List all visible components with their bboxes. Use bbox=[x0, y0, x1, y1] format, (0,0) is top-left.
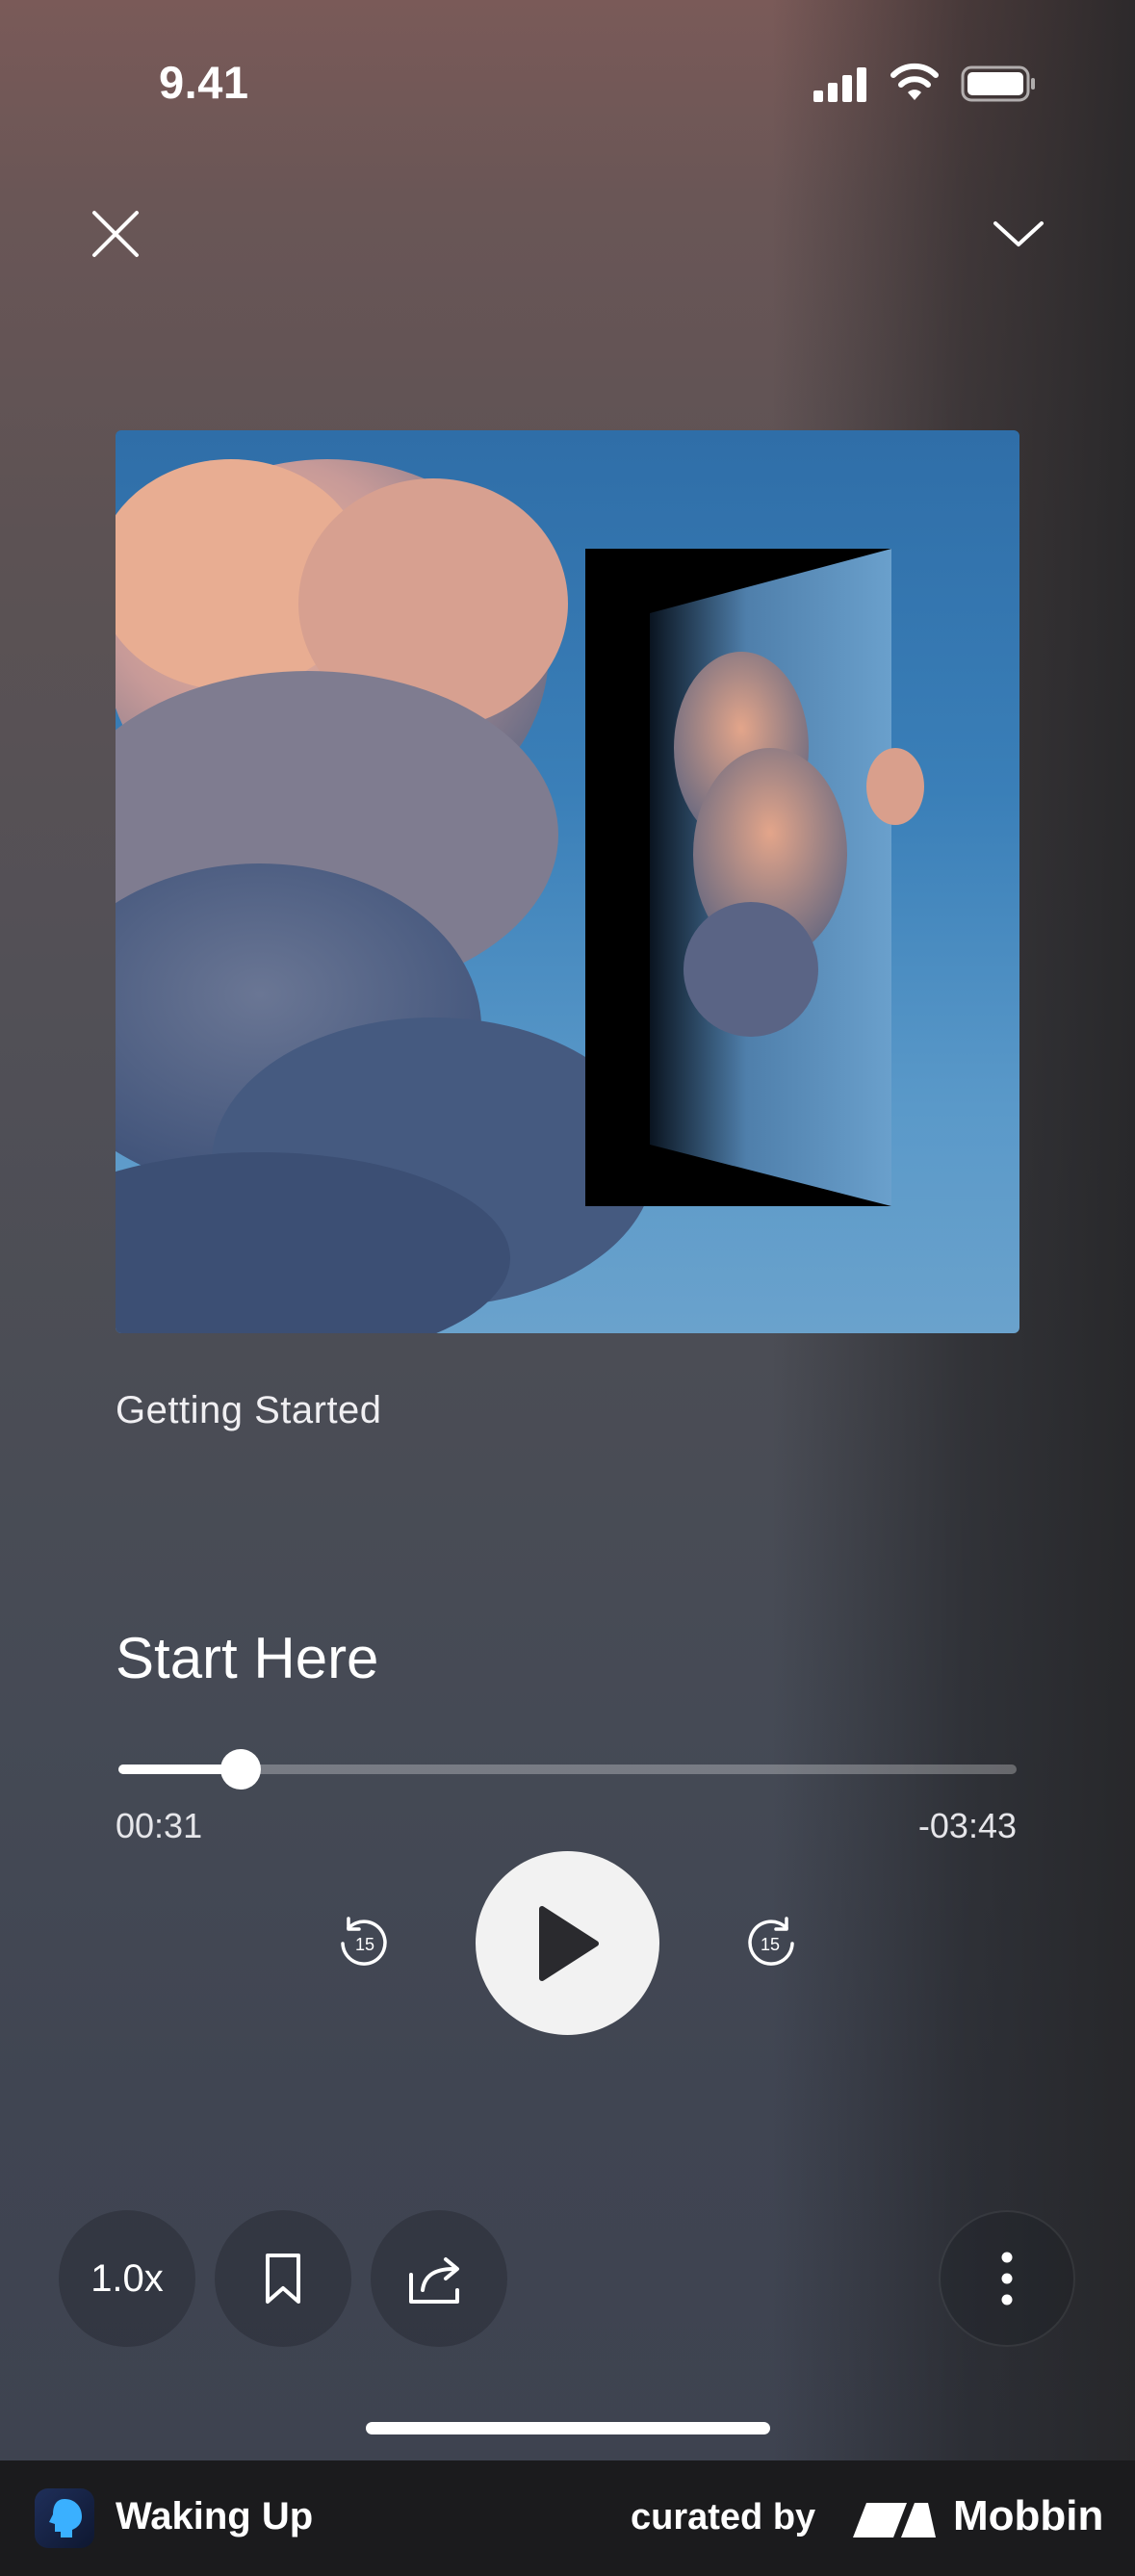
share-icon bbox=[409, 2257, 459, 2304]
more-vertical-icon bbox=[1001, 2252, 1013, 2306]
playback-speed-button[interactable]: 1.0x bbox=[59, 2210, 195, 2347]
share-button[interactable] bbox=[371, 2210, 507, 2347]
skip-forward-15-button[interactable]: 15 bbox=[742, 1913, 800, 1971]
brand-name: Mobbin bbox=[953, 2492, 1104, 2539]
track-title: Start Here bbox=[116, 1626, 379, 1690]
elapsed-time: 00:31 bbox=[116, 1806, 203, 1845]
series-title: Getting Started bbox=[116, 1389, 382, 1431]
skip-back-15-button[interactable]: 15 bbox=[335, 1913, 393, 1971]
skip-forward-label: 15 bbox=[761, 1935, 780, 1954]
app-icon bbox=[35, 2488, 94, 2548]
chevron-down-icon[interactable] bbox=[992, 216, 1045, 250]
close-button[interactable] bbox=[89, 207, 142, 261]
skip-back-label: 15 bbox=[355, 1935, 374, 1954]
play-icon bbox=[538, 1905, 599, 1981]
bookmark-icon bbox=[266, 2254, 300, 2304]
track-artwork bbox=[116, 430, 1019, 1333]
remaining-time: -03:43 bbox=[917, 1806, 1017, 1845]
curated-by-label: curated by bbox=[631, 2497, 816, 2537]
wifi-icon bbox=[890, 63, 939, 100]
waking-up-logo-icon bbox=[49, 2499, 82, 2537]
cellular-signal-icon bbox=[813, 65, 869, 102]
home-indicator bbox=[366, 2422, 770, 2434]
progress-scrubber[interactable] bbox=[219, 1749, 261, 1790]
status-time: 9.41 bbox=[159, 57, 249, 108]
play-button[interactable] bbox=[476, 1851, 659, 2035]
mobbin-logo-icon bbox=[853, 2503, 936, 2537]
more-options-button[interactable] bbox=[939, 2210, 1075, 2347]
artwork-image bbox=[116, 459, 924, 1333]
bookmark-button[interactable] bbox=[215, 2210, 351, 2347]
app-name: Waking Up bbox=[116, 2495, 314, 2537]
battery-icon bbox=[961, 65, 1035, 102]
